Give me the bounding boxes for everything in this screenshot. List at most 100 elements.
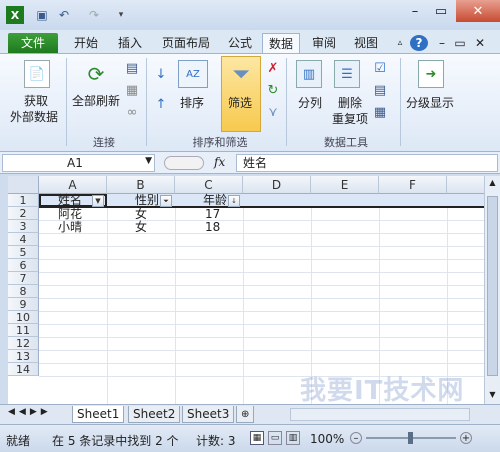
row-header[interactable]: 13 [8,350,39,363]
vertical-scrollbar[interactable]: ▲ ▼ [484,176,500,404]
save-icon[interactable]: ▣ [34,6,50,24]
customize-qa-icon[interactable]: ▾ [116,6,126,24]
consolidate-icon[interactable]: ▤ [372,82,388,98]
sort-indicator-icon[interactable]: ↓ [228,195,240,207]
hidden-row-indicator [39,206,492,208]
data-validation-icon[interactable]: ☑ [372,60,388,76]
ribbon-minimize-icon[interactable]: – [434,33,450,53]
normal-view-icon[interactable]: ▦ [250,431,264,445]
row-header[interactable]: 4 [8,233,39,246]
scroll-thumb[interactable] [487,196,498,376]
insert-sheet-icon[interactable]: ⊕ [236,406,255,423]
zoom-in-icon[interactable]: + [460,432,472,444]
row-header[interactable]: 5 [8,246,39,259]
tab-formulas[interactable]: 公式 [222,33,258,53]
row-header[interactable]: 14 [8,363,39,376]
zoom-out-icon[interactable]: – [350,432,362,444]
gridline [175,194,176,404]
edit-links-icon[interactable]: ∞ [124,104,140,120]
sort-filter-group-label: 排序和筛选 [192,136,248,149]
scroll-up-icon[interactable]: ▲ [487,178,498,190]
cell-a4[interactable]: 小晴 [58,221,82,234]
sort-icon: AZ [178,60,208,88]
filter-dropdown-icon[interactable]: ▼ [92,195,104,207]
excel-icon[interactable]: X [6,6,24,24]
name-box-dropdown-icon[interactable]: ▼ [145,156,152,166]
ribbon-restore-icon[interactable]: ▭ [452,33,468,53]
column-header-e[interactable]: E [311,176,379,194]
column-header-f[interactable]: F [379,176,447,194]
page-break-view-icon[interactable]: ▥ [286,431,300,445]
remove-duplicates-label-2[interactable]: 重复项 [332,110,368,127]
cell-a1[interactable]: 姓名 [58,194,82,207]
row-header[interactable]: 10 [8,311,39,324]
column-header-a[interactable]: A [39,176,107,194]
cell-c4[interactable]: 18 [205,221,220,234]
zoom-slider-thumb[interactable] [408,432,413,444]
maximize-icon[interactable]: ▭ [428,0,454,22]
column-header-b[interactable]: B [107,176,175,194]
text-to-columns-button[interactable]: 分列 [298,94,322,111]
tab-data[interactable]: 数据 [262,33,300,53]
row-header[interactable]: 12 [8,337,39,350]
remove-duplicates-button[interactable]: 删除 [338,94,362,111]
minimize-icon[interactable]: – [402,0,428,22]
properties-icon[interactable]: ▦ [124,82,140,98]
get-external-data-label[interactable]: 获取 [24,92,48,109]
formula-bar-expander[interactable] [164,156,204,170]
help-icon[interactable]: ? [410,35,428,51]
sheet-tab-1[interactable]: Sheet1 [72,406,125,423]
reapply-icon[interactable]: ↻ [266,82,280,98]
clear-filter-icon[interactable]: ✗ [266,60,280,76]
get-external-data-label-2[interactable]: 外部数据 [10,108,58,125]
what-if-icon[interactable]: ▦ [372,104,388,120]
column-header-d[interactable]: D [243,176,311,194]
advanced-filter-icon[interactable]: ⋎ [266,104,280,120]
outline-button[interactable]: 分级显示 [406,94,454,111]
tab-home[interactable]: 开始 [68,33,104,53]
undo-icon[interactable]: ↶ [56,6,72,24]
ribbon-collapse-icon[interactable]: ▵ [392,33,408,53]
row-header[interactable]: 7 [8,272,39,285]
row-header[interactable]: 9 [8,298,39,311]
fx-icon[interactable]: fx [214,155,225,169]
tab-file[interactable]: 文件 [8,33,58,53]
sort-descending-icon[interactable]: ↑ [152,94,170,114]
ribbon-close-icon[interactable]: ✕ [472,33,488,53]
sort-button[interactable]: 排序 [180,94,204,111]
select-all-corner[interactable] [8,176,39,194]
row-header[interactable]: 6 [8,259,39,272]
horizontal-scrollbar[interactable] [290,408,470,421]
sort-ascending-icon[interactable]: ↓ [152,64,170,84]
get-external-data-icon: 📄 [24,60,50,88]
row-header[interactable]: 8 [8,285,39,298]
remove-duplicates-icon: ☰ [334,60,360,88]
tab-view[interactable]: 视图 [348,33,384,53]
column-header-c[interactable]: C [175,176,243,194]
connections-icon[interactable]: ▤ [124,60,140,76]
cell-b4[interactable]: 女 [135,221,147,234]
sheet-tab-3[interactable]: Sheet3 [182,406,235,423]
row-header[interactable]: 3 [8,220,39,233]
cell-c1[interactable]: 年龄 [203,194,227,207]
scroll-down-icon[interactable]: ▼ [487,390,498,402]
sheet-tabs-bar: ◀◀▶▶ Sheet1 Sheet2 Sheet3 ⊕ [0,404,500,424]
sheet-nav-icon[interactable]: ◀◀▶▶ [8,407,52,417]
refresh-all-button[interactable]: 全部刷新 [72,92,120,109]
filter-button[interactable]: 筛选 [228,94,252,111]
row-header[interactable]: 2 [8,207,39,220]
tab-review[interactable]: 审阅 [306,33,342,53]
name-box[interactable]: A1 ▼ [2,154,155,172]
tab-insert[interactable]: 插入 [112,33,148,53]
page-layout-view-icon[interactable]: ▭ [268,431,282,445]
formula-input[interactable]: 姓名 [236,154,498,172]
tab-page-layout[interactable]: 页面布局 [156,33,216,53]
zoom-level[interactable]: 100% [310,432,344,446]
close-icon[interactable]: ✕ [456,0,500,22]
filter-active-icon[interactable]: ⏷ [160,195,172,207]
sheet-tab-2[interactable]: Sheet2 [128,406,181,423]
cell-b1[interactable]: 性别 [135,194,159,207]
row-header[interactable]: 1 [8,194,39,207]
redo-icon[interactable]: ↷ [86,6,102,24]
row-header[interactable]: 11 [8,324,39,337]
